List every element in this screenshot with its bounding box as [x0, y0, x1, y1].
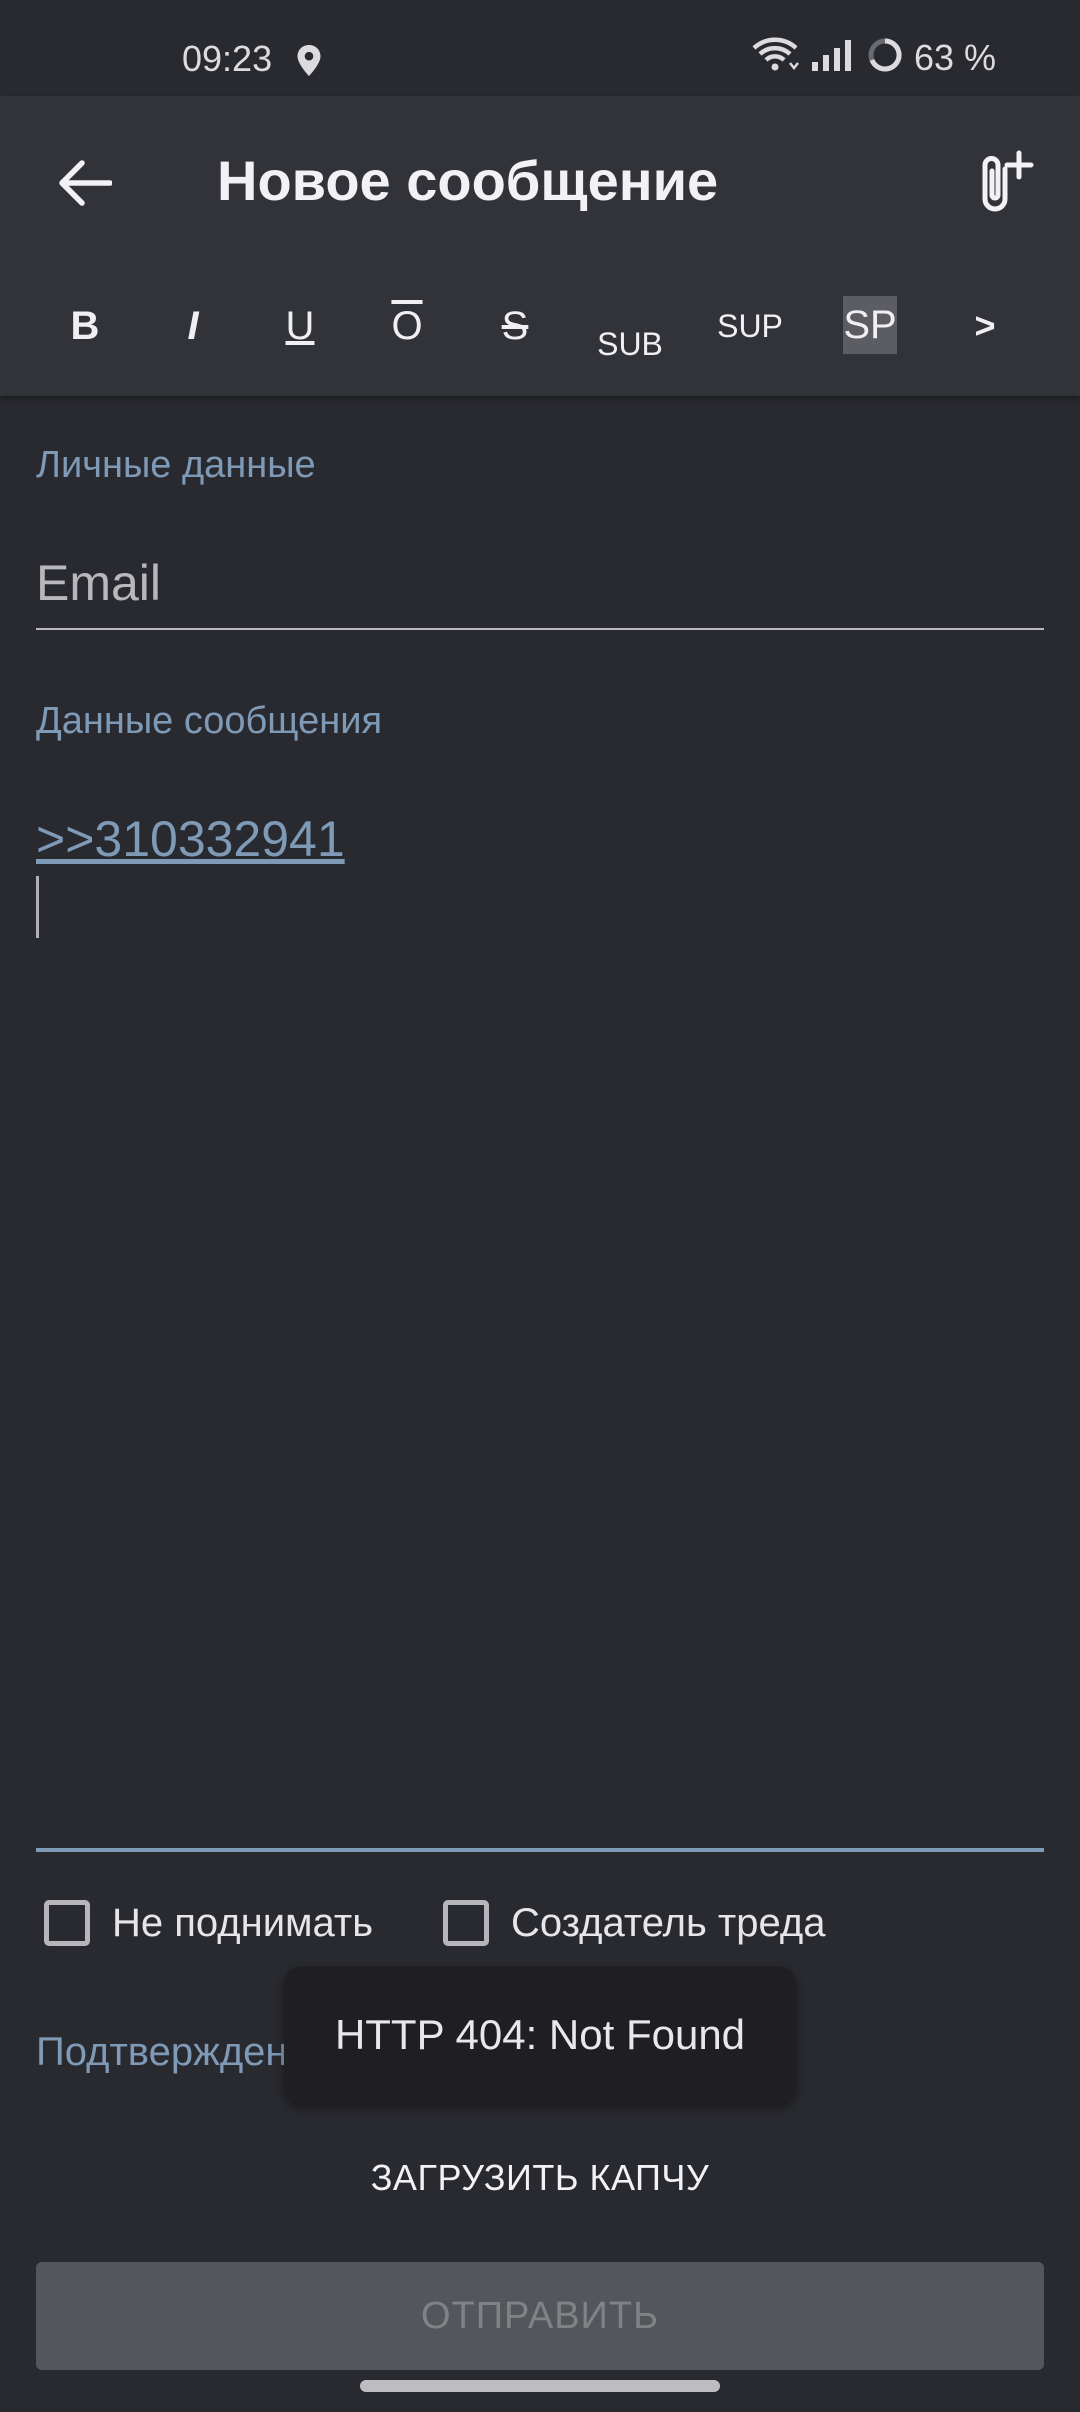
- text-caret: [36, 876, 39, 938]
- no-bump-option[interactable]: Не поднимать: [44, 1900, 373, 1946]
- format-italic-button[interactable]: I: [168, 286, 218, 366]
- wifi-icon: [752, 37, 800, 78]
- reply-link[interactable]: >>310332941: [36, 810, 345, 868]
- send-button[interactable]: ОТПРАВИТЬ: [36, 2262, 1044, 2370]
- email-field[interactable]: [36, 548, 1044, 618]
- battery-ring-icon: [866, 36, 904, 79]
- error-toast: HTTP 404: Not Found: [284, 1966, 796, 2104]
- format-bold-button[interactable]: B: [60, 286, 110, 366]
- attach-add-icon: [982, 150, 1034, 212]
- no-bump-label: Не поднимать: [112, 1900, 374, 1945]
- op-option[interactable]: Создатель треда: [443, 1900, 825, 1946]
- signal-icon: [810, 38, 856, 77]
- attach-file-button[interactable]: [966, 142, 1046, 222]
- status-time: 09:23: [182, 38, 273, 79]
- format-overline-button[interactable]: O: [382, 286, 432, 366]
- format-sup-button[interactable]: SUP: [710, 286, 790, 384]
- page-title: Новое сообщение: [217, 149, 719, 212]
- battery-percent: 63 %: [913, 36, 996, 78]
- format-underline-button[interactable]: U: [275, 286, 325, 366]
- format-strike-button[interactable]: S: [490, 286, 540, 366]
- no-bump-checkbox[interactable]: [44, 1900, 90, 1946]
- op-checkbox[interactable]: [443, 1900, 489, 1946]
- message-text-area[interactable]: >>310332941: [36, 800, 1044, 1852]
- back-button[interactable]: [50, 148, 120, 218]
- arrow-left-icon: [59, 160, 112, 206]
- format-more-button[interactable]: >: [960, 286, 1010, 366]
- email-field-wrapper: [36, 548, 1044, 630]
- app-bar: Новое сообщение B I U O S SUB SUP SP >: [0, 96, 1080, 396]
- location-icon: [296, 44, 322, 83]
- message-section-label: Данные сообщения: [36, 700, 383, 742]
- format-spoiler-button[interactable]: SP: [843, 296, 897, 354]
- home-indicator[interactable]: [360, 2380, 720, 2392]
- format-sub-button[interactable]: SUB: [590, 286, 670, 384]
- personal-section-label: Личные данные: [36, 444, 316, 486]
- op-label: Создатель треда: [511, 1900, 826, 1945]
- status-bar: 09:23 63 %: [0, 0, 1080, 96]
- status-right-group: 63 %: [752, 36, 996, 79]
- load-captcha-button[interactable]: ЗАГРУЗИТЬ КАПЧУ: [340, 2148, 740, 2208]
